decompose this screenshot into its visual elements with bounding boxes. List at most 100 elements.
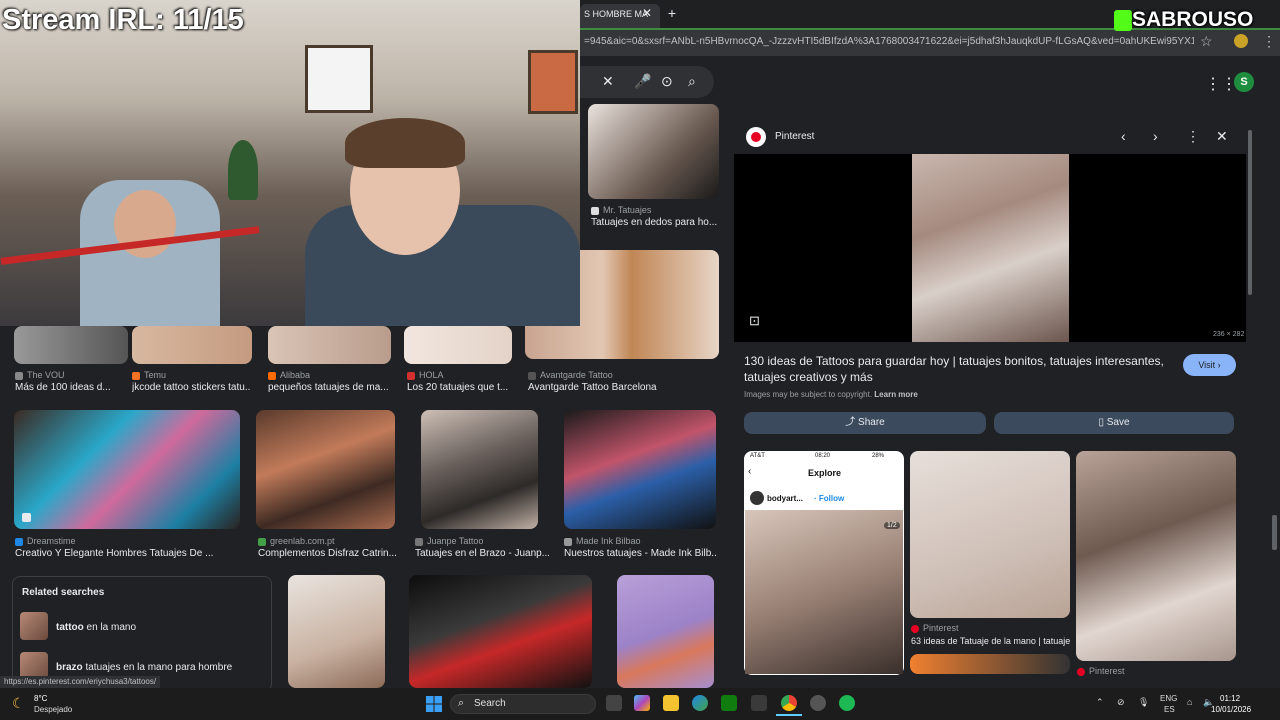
related-item[interactable]: brazo tatuajes en la mano para hombre — [56, 662, 232, 673]
keyboard-layout[interactable]: ES — [1164, 705, 1175, 714]
account-avatar[interactable]: S — [1234, 72, 1254, 92]
related-card-4[interactable] — [910, 654, 1070, 674]
url-text[interactable]: =945&aic=0&sxsrf=ANbL-n5HBvrnocQA_-Jzzzv… — [584, 36, 1194, 47]
result-title[interactable]: pequeños tatuajes de ma... — [268, 382, 390, 393]
result-image-9[interactable] — [288, 575, 385, 688]
chrome-icon[interactable] — [781, 695, 797, 711]
card-source-name: Pinterest — [923, 623, 959, 633]
microphone-icon[interactable]: 🎙 — [1138, 697, 1149, 708]
result-title[interactable]: Complementos Disfraz Catrin... — [258, 548, 396, 559]
related-card-3[interactable] — [1076, 451, 1236, 661]
result-image-1[interactable] — [14, 326, 128, 364]
result-image-2[interactable] — [132, 326, 252, 364]
learn-more-link[interactable]: Learn more — [874, 390, 918, 399]
taskbar-search-label[interactable]: Search — [474, 698, 506, 709]
result-title[interactable]: Tatuajes en el Brazo - Juanp... — [415, 548, 549, 559]
pinterest-logo-icon — [746, 127, 766, 147]
save-label: Save — [1106, 417, 1130, 428]
related-item[interactable]: tattoo en la mano — [56, 622, 136, 633]
source-favicon-icon — [415, 537, 423, 546]
weather-moon-icon[interactable]: ☾ — [12, 695, 25, 712]
more-options-icon[interactable]: ⋮ — [1186, 128, 1200, 145]
result-image-7[interactable] — [421, 410, 538, 529]
input-language[interactable]: ENG — [1160, 694, 1177, 703]
bookmark-icon: ▯ — [1098, 417, 1107, 428]
weather-description[interactable]: Despejado — [34, 705, 72, 714]
obs-icon[interactable] — [810, 695, 826, 711]
result-source: Dreamstime — [15, 536, 76, 546]
tab-close-icon[interactable]: ✕ — [640, 6, 654, 20]
result-title[interactable]: Avantgarde Tattoo Barcelona — [528, 382, 718, 393]
result-image-4[interactable] — [404, 326, 512, 364]
phone-status-time: 08:20 — [815, 453, 831, 459]
active-app-indicator — [776, 714, 802, 716]
preview-image[interactable] — [912, 154, 1069, 342]
result-source-name: Alibaba — [280, 370, 311, 380]
related-thumb[interactable] — [20, 612, 48, 640]
edge-icon[interactable] — [692, 695, 708, 711]
related-item-bold: tattoo — [56, 622, 84, 633]
file-explorer-icon[interactable] — [663, 695, 679, 711]
xbox-icon[interactable] — [721, 695, 737, 711]
page-scrollbar[interactable] — [1272, 515, 1277, 550]
copilot-icon[interactable] — [634, 695, 650, 711]
result-image-11[interactable] — [617, 575, 714, 688]
weather-temperature[interactable]: 8°C — [34, 694, 47, 703]
phone-status-left: AT&T — [750, 453, 765, 459]
result-source: Alibaba — [268, 370, 310, 380]
card-source: Pinterest — [911, 623, 959, 633]
windows-start-icon[interactable] — [426, 696, 442, 712]
streamer-brand: SABROUSO — [1112, 8, 1253, 32]
result-title[interactable]: Nuestros tatuajes - Made Ink Bilb... — [564, 548, 716, 559]
link-status-url: https://es.pinterest.com/eriychusa3/tatt… — [0, 676, 161, 688]
taskbar-search-icon: ⌕ — [458, 697, 465, 709]
taskbar-search[interactable] — [450, 694, 596, 714]
tray-network-icon[interactable]: ⊘ — [1117, 697, 1125, 708]
result-image-8[interactable] — [564, 410, 716, 529]
lens-search-icon[interactable]: ⊙ — [661, 73, 673, 90]
preview-source[interactable]: Pinterest — [775, 131, 814, 142]
result-image-3[interactable] — [268, 326, 391, 364]
visit-button[interactable]: Visit › — [1183, 354, 1236, 376]
result-image-10[interactable] — [409, 575, 592, 688]
store-icon[interactable] — [751, 695, 767, 711]
result-title[interactable]: jkcode tattoo stickers tatu... — [132, 382, 250, 393]
lens-search-image-icon[interactable]: ⊡ — [749, 313, 760, 329]
result-title[interactable]: Más de 100 ideas d... — [15, 382, 127, 393]
previous-image-icon[interactable]: ‹ — [1121, 128, 1126, 144]
result-image-5[interactable] — [14, 410, 240, 529]
voice-search-icon[interactable]: 🎤 — [634, 73, 651, 90]
share-button[interactable]: ⤴ Share — [744, 412, 986, 434]
result-source: Juanpe Tattoo — [415, 536, 483, 546]
new-tab-button[interactable]: + — [665, 6, 679, 20]
result-image-fingers[interactable] — [588, 104, 719, 199]
spotify-icon[interactable] — [839, 695, 855, 711]
tray-overflow-icon[interactable]: ⌃ — [1096, 697, 1104, 708]
result-source: greenlab.com.pt — [258, 536, 335, 546]
result-title[interactable]: Creativo Y Elegante Hombres Tatuajes De … — [15, 548, 239, 559]
browser-menu-icon[interactable]: ⋮ — [1262, 33, 1276, 50]
wifi-icon[interactable]: ⌂ — [1187, 697, 1192, 707]
clock-date[interactable]: 10/01/2026 — [1211, 705, 1251, 714]
preview-title[interactable]: 130 ideas de Tattoos para guardar hoy | … — [744, 353, 1174, 385]
close-preview-icon[interactable]: ✕ — [1216, 128, 1228, 145]
result-image-6[interactable] — [256, 410, 395, 529]
result-title[interactable]: Tatuajes en dedos para ho... — [591, 217, 719, 228]
source-favicon-icon — [528, 371, 536, 380]
clock-time[interactable]: 01:12 — [1220, 694, 1240, 703]
bookmark-star-icon[interactable]: ☆ — [1200, 33, 1213, 50]
source-favicon-icon — [15, 537, 23, 546]
save-button[interactable]: ▯ Save — [994, 412, 1234, 434]
panel-scrollbar[interactable] — [1248, 130, 1252, 295]
related-card-2[interactable] — [910, 451, 1070, 618]
result-source-name: Made Ink Bilbao — [576, 536, 641, 546]
next-image-icon[interactable]: › — [1153, 128, 1158, 144]
clear-search-icon[interactable]: ✕ — [602, 73, 614, 90]
task-view-icon[interactable] — [606, 695, 622, 711]
search-submit-icon[interactable]: ⌕ — [688, 73, 696, 90]
result-title[interactable]: Los 20 tatuajes que t... — [407, 382, 511, 393]
google-apps-icon[interactable]: ⋮⋮ — [1205, 74, 1237, 94]
card-1-photo — [745, 510, 903, 674]
extension-icon[interactable] — [1234, 34, 1248, 48]
card-title[interactable]: 63 ideas de Tatuaje de la mano | tatuaje… — [911, 636, 1071, 646]
